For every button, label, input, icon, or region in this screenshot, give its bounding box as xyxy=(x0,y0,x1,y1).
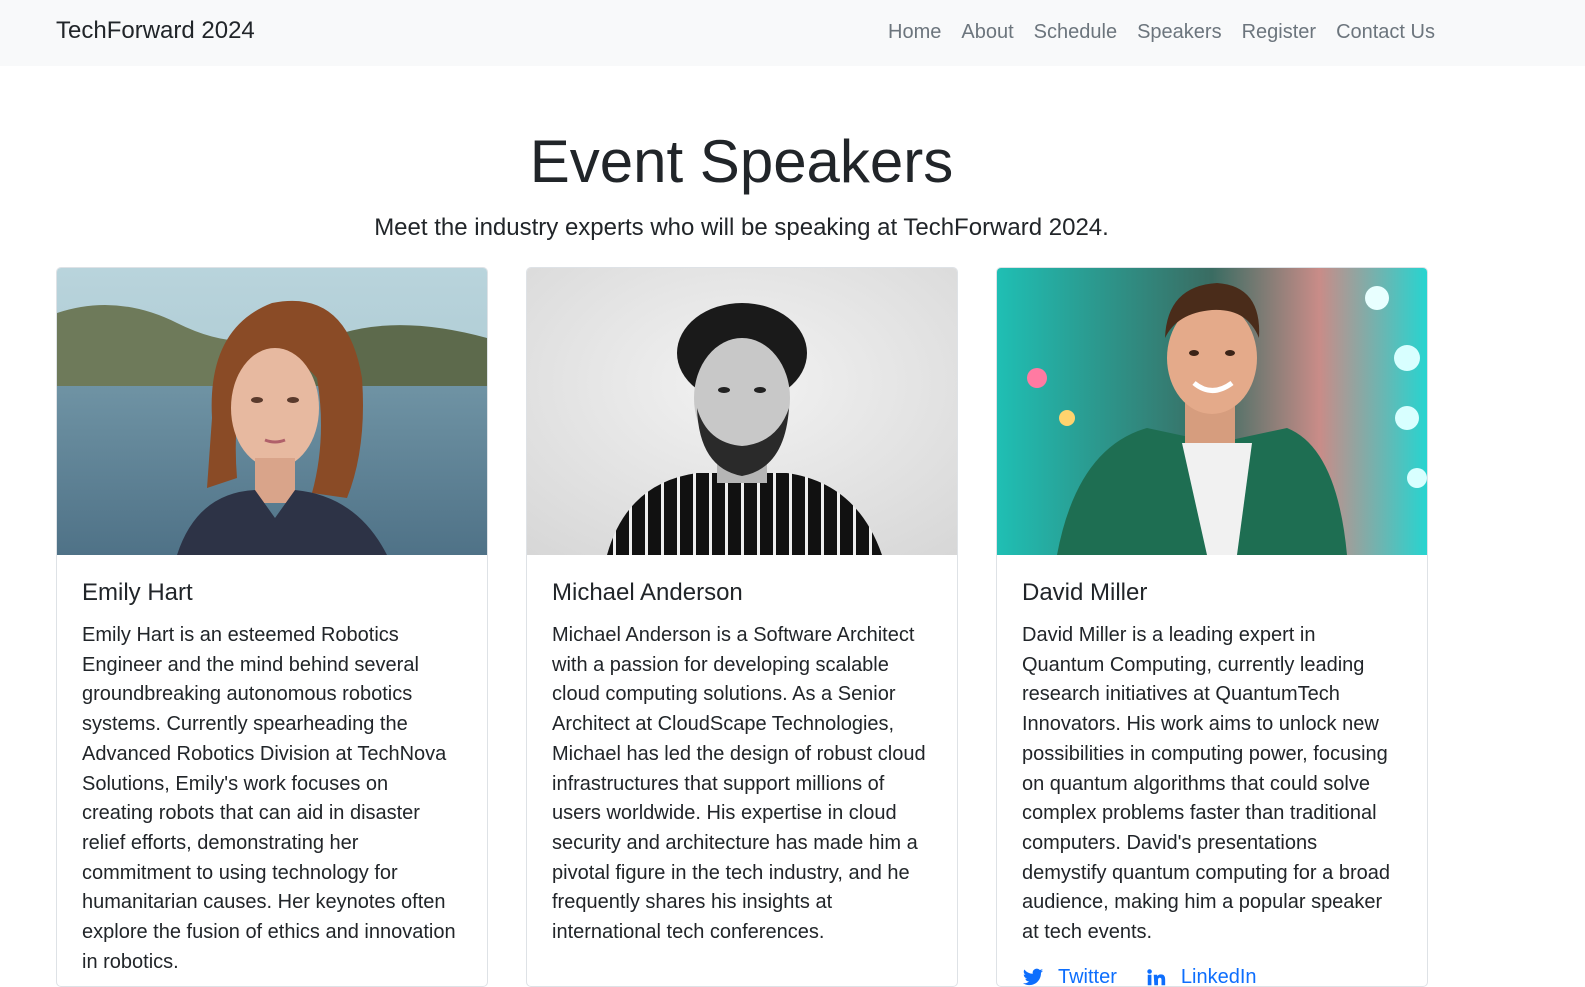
nav-link-speakers[interactable]: Speakers xyxy=(1137,18,1222,46)
twitter-icon xyxy=(1022,966,1044,986)
brand-link[interactable]: TechForward 2024 xyxy=(56,16,255,46)
speaker-card: David Miller David Miller is a leading e… xyxy=(996,267,1428,987)
speaker-name: Michael Anderson xyxy=(552,579,743,606)
linkedin-icon xyxy=(1145,966,1167,986)
speaker-photo xyxy=(997,268,1427,555)
twitter-link[interactable]: Twitter xyxy=(1022,965,1117,987)
nav-links: Home About Schedule Speakers Register Co… xyxy=(888,18,1435,46)
nav-link-register[interactable]: Register xyxy=(1242,18,1316,46)
speaker-card: Emily Hart Emily Hart is an esteemed Rob… xyxy=(56,267,488,987)
nav-link-schedule[interactable]: Schedule xyxy=(1034,18,1117,46)
nav-link-contact[interactable]: Contact Us xyxy=(1336,18,1435,46)
twitter-label: Twitter xyxy=(1058,965,1117,987)
page-subtitle: Meet the industry experts who will be sp… xyxy=(374,214,1109,241)
speaker-photo xyxy=(527,268,957,555)
speaker-bio: David Miller is a leading expert in Quan… xyxy=(1022,624,1390,944)
top-navbar: TechForward 2024 Home About Schedule Spe… xyxy=(0,0,1585,66)
speaker-name: Emily Hart xyxy=(82,579,193,606)
speaker-card: Michael Anderson Michael Anderson is a S… xyxy=(526,267,958,987)
linkedin-link[interactable]: LinkedIn xyxy=(1145,965,1257,987)
speaker-name: David Miller xyxy=(1022,579,1148,606)
page-title: Event Speakers xyxy=(529,128,954,195)
nav-link-about[interactable]: About xyxy=(961,18,1013,46)
nav-link-home[interactable]: Home xyxy=(888,18,941,46)
speaker-bio: Michael Anderson is a Software Architect… xyxy=(552,624,926,944)
social-links: Twitter LinkedIn xyxy=(1022,965,1402,987)
speaker-bio: Emily Hart is an esteemed Robotics Engin… xyxy=(82,624,456,973)
speaker-photo xyxy=(57,268,487,555)
linkedin-label: LinkedIn xyxy=(1180,965,1257,987)
